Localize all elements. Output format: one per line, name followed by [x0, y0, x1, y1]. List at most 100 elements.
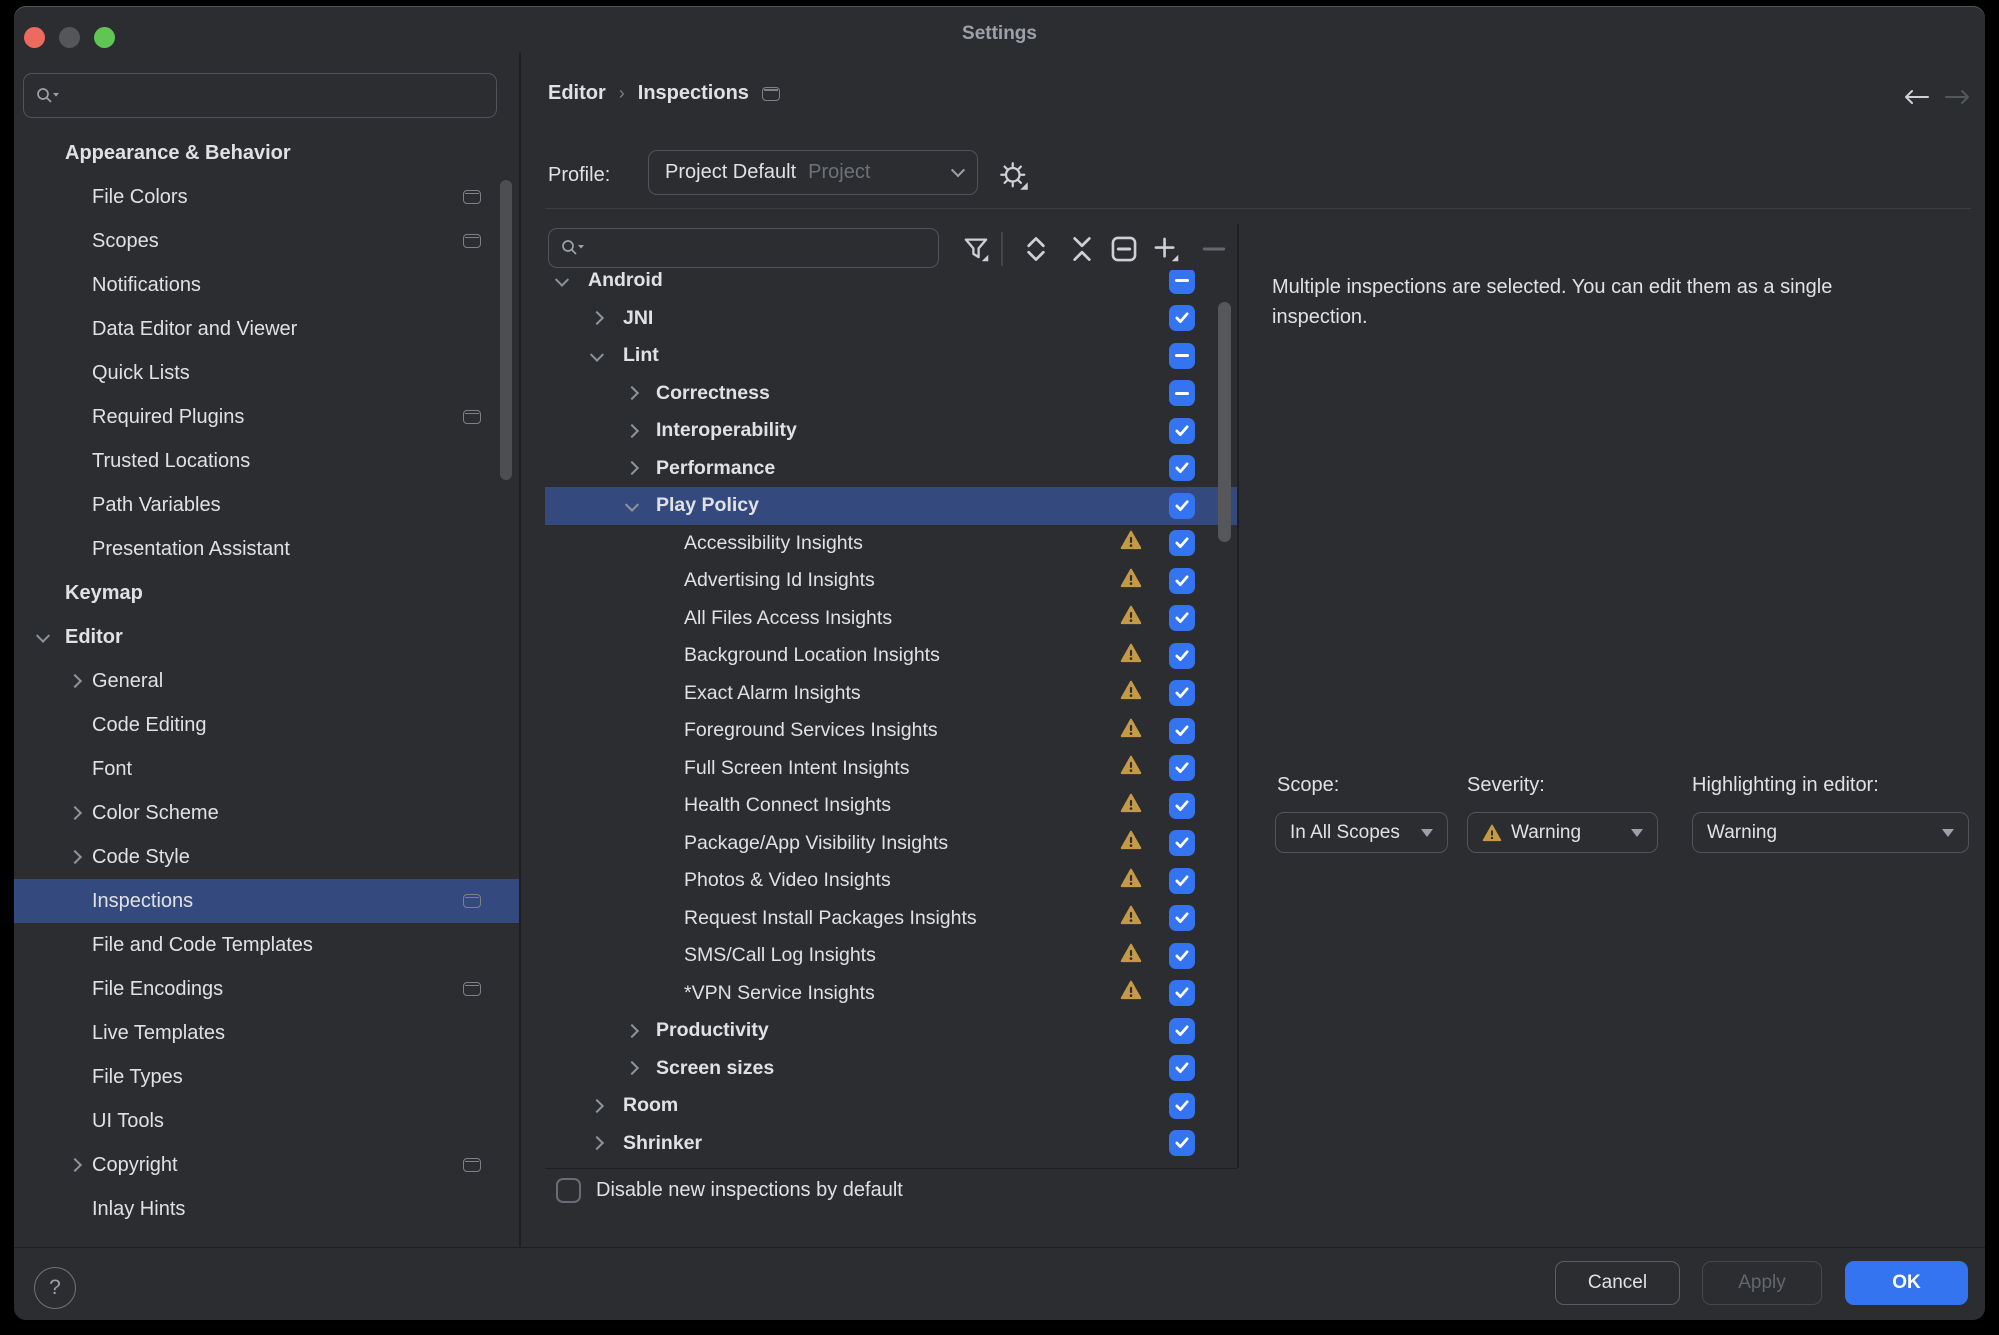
tree-row-screen-sizes[interactable]: Screen sizes — [545, 1050, 1237, 1088]
sidebar-item-inlay-hints[interactable]: Inlay Hints — [14, 1187, 519, 1231]
tree-row-full-screen-intent-insights[interactable]: Full Screen Intent Insights — [545, 750, 1237, 788]
tree-row-health-connect-insights[interactable]: Health Connect Insights — [545, 787, 1237, 825]
sidebar-item-file-encodings[interactable]: File Encodings — [14, 967, 519, 1011]
tree-row-interoperability[interactable]: Interoperability — [545, 412, 1237, 450]
chevron-down-icon[interactable] — [555, 272, 569, 286]
tree-row-performance[interactable]: Performance — [545, 450, 1237, 488]
tree-row-sms-call-log-insights[interactable]: SMS/Call Log Insights — [545, 937, 1237, 975]
checkbox[interactable] — [1169, 830, 1195, 856]
chevron-right-icon[interactable] — [68, 806, 82, 820]
filter-icon[interactable] — [963, 236, 989, 262]
tree-row-play-policy[interactable]: Play Policy — [545, 487, 1237, 525]
tree-row-accessibility-insights[interactable]: Accessibility Insights — [545, 525, 1237, 563]
tree-row-photos-video-insights[interactable]: Photos & Video Insights — [545, 862, 1237, 900]
chevron-down-icon[interactable] — [625, 497, 639, 511]
sidebar-item-font[interactable]: Font — [14, 747, 519, 791]
tree-row-foreground-services-insights[interactable]: Foreground Services Insights — [545, 712, 1237, 750]
chevron-right-icon[interactable] — [68, 1158, 82, 1172]
help-button[interactable]: ? — [34, 1267, 76, 1309]
tree-scrollbar[interactable] — [1218, 302, 1231, 542]
tree-row-correctness[interactable]: Correctness — [545, 375, 1237, 413]
tree-row-jni[interactable]: JNI — [545, 300, 1237, 338]
checkbox[interactable] — [1169, 305, 1195, 331]
sidebar-item-appearance-behavior[interactable]: Appearance & Behavior — [14, 131, 519, 175]
checkbox[interactable] — [1169, 755, 1195, 781]
scope-dropdown[interactable]: In All Scopes — [1275, 812, 1448, 853]
tree-row-productivity[interactable]: Productivity — [545, 1012, 1237, 1050]
checkbox[interactable] — [1169, 1093, 1195, 1119]
chevron-right-icon[interactable] — [590, 1136, 604, 1150]
tree-row-shrinker[interactable]: Shrinker — [545, 1125, 1237, 1163]
severity-dropdown[interactable]: Warning — [1467, 812, 1658, 853]
gear-icon[interactable] — [999, 161, 1029, 191]
tree-row-exact-alarm-insights[interactable]: Exact Alarm Insights — [545, 675, 1237, 713]
apply-button[interactable]: Apply — [1702, 1261, 1822, 1305]
chevron-right-icon[interactable] — [68, 674, 82, 688]
checkbox[interactable] — [1169, 643, 1195, 669]
checkbox[interactable] — [1169, 270, 1195, 294]
sidebar-item-color-scheme[interactable]: Color Scheme — [14, 791, 519, 835]
collapse-all-icon[interactable] — [1069, 236, 1095, 262]
chevron-right-icon[interactable] — [625, 1024, 639, 1038]
sidebar-item-inspections[interactable]: Inspections — [14, 879, 519, 923]
remove-icon[interactable] — [1201, 236, 1227, 262]
tree-row-room[interactable]: Room — [545, 1087, 1237, 1125]
ok-button[interactable]: OK — [1845, 1261, 1968, 1305]
cancel-button[interactable]: Cancel — [1555, 1261, 1680, 1305]
sidebar-item-notifications[interactable]: Notifications — [14, 263, 519, 307]
chevron-down-icon[interactable] — [36, 629, 50, 643]
sidebar-item-file-and-code-templates[interactable]: File and Code Templates — [14, 923, 519, 967]
chevron-down-icon[interactable] — [590, 347, 604, 361]
checkbox[interactable] — [1169, 905, 1195, 931]
checkbox[interactable] — [1169, 568, 1195, 594]
chevron-right-icon[interactable] — [625, 461, 639, 475]
uncheck-all-icon[interactable] — [1111, 236, 1137, 262]
tree-row-advertising-id-insights[interactable]: Advertising Id Insights — [545, 562, 1237, 600]
chevron-right-icon[interactable] — [68, 850, 82, 864]
checkbox[interactable] — [1169, 380, 1195, 406]
checkbox[interactable] — [1169, 343, 1195, 369]
checkbox[interactable] — [1169, 718, 1195, 744]
checkbox[interactable] — [1169, 1055, 1195, 1081]
checkbox[interactable] — [1169, 455, 1195, 481]
highlighting-dropdown[interactable]: Warning — [1692, 812, 1969, 853]
disable-new-inspections-checkbox[interactable] — [556, 1178, 581, 1203]
checkbox[interactable] — [1169, 680, 1195, 706]
checkbox[interactable] — [1169, 1018, 1195, 1044]
sidebar-item-code-style[interactable]: Code Style — [14, 835, 519, 879]
sidebar-item-trusted-locations[interactable]: Trusted Locations — [14, 439, 519, 483]
breadcrumb-inspections[interactable]: Inspections — [638, 82, 749, 105]
sidebar-item-presentation-assistant[interactable]: Presentation Assistant — [14, 527, 519, 571]
sidebar-search-input[interactable] — [23, 73, 497, 118]
checkbox[interactable] — [1169, 868, 1195, 894]
tree-row-background-location-insights[interactable]: Background Location Insights — [545, 637, 1237, 675]
tree-row-lint[interactable]: Lint — [545, 337, 1237, 375]
chevron-right-icon[interactable] — [625, 424, 639, 438]
sidebar-item-data-editor-and-viewer[interactable]: Data Editor and Viewer — [14, 307, 519, 351]
checkbox[interactable] — [1169, 1130, 1195, 1156]
chevron-right-icon[interactable] — [625, 1061, 639, 1075]
sidebar-item-file-types[interactable]: File Types — [14, 1055, 519, 1099]
tree-row-all-files-access-insights[interactable]: All Files Access Insights — [545, 600, 1237, 638]
checkbox[interactable] — [1169, 943, 1195, 969]
tree-row-android[interactable]: Android — [545, 270, 1237, 300]
sidebar-item-ui-tools[interactable]: UI Tools — [14, 1099, 519, 1143]
sidebar-item-general[interactable]: General — [14, 659, 519, 703]
sidebar-item-copyright[interactable]: Copyright — [14, 1143, 519, 1187]
back-arrow-icon[interactable] — [1902, 88, 1930, 106]
sidebar-item-keymap[interactable]: Keymap — [14, 571, 519, 615]
chevron-right-icon[interactable] — [590, 1099, 604, 1113]
add-icon[interactable] — [1153, 236, 1179, 262]
sidebar-item-required-plugins[interactable]: Required Plugins — [14, 395, 519, 439]
tree-row-request-install-packages-insights[interactable]: Request Install Packages Insights — [545, 900, 1237, 938]
checkbox[interactable] — [1169, 793, 1195, 819]
sidebar-item-file-colors[interactable]: File Colors — [14, 175, 519, 219]
profile-select[interactable]: Project Default Project — [648, 150, 978, 195]
expand-all-icon[interactable] — [1023, 236, 1049, 262]
sidebar-item-editor[interactable]: Editor — [14, 615, 519, 659]
chevron-right-icon[interactable] — [590, 311, 604, 325]
checkbox[interactable] — [1169, 493, 1195, 519]
forward-arrow-icon[interactable] — [1944, 88, 1972, 106]
sidebar-scrollbar[interactable] — [500, 180, 512, 480]
sidebar-item-live-templates[interactable]: Live Templates — [14, 1011, 519, 1055]
